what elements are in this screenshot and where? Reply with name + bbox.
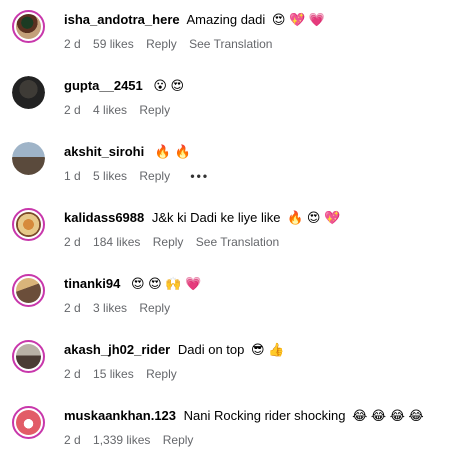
likes-count[interactable]: 59 likes: [93, 37, 134, 51]
comment-body: kalidass6988 J&k ki Dadi ke liye like 🔥 …: [64, 209, 340, 227]
username-link[interactable]: tinanki94: [64, 276, 120, 291]
see-translation-button[interactable]: See Translation: [189, 37, 272, 51]
avatar[interactable]: [12, 406, 45, 439]
emoji-group: 🔥 🔥: [154, 144, 191, 159]
avatar[interactable]: [12, 208, 45, 241]
reply-button[interactable]: Reply: [153, 235, 184, 249]
likes-count[interactable]: 4 likes: [93, 103, 127, 117]
username-link[interactable]: muskaankhan.123: [64, 408, 176, 423]
comment-item: tinanki94 😍 😍 🙌 💗 2 d 3 likes Reply: [0, 274, 451, 334]
timestamp: 1 d: [64, 169, 81, 183]
emoji-group: 😍 😍 🙌 💗: [130, 276, 202, 291]
comment-body: akash_jh02_rider Dadi on top 😎 👍: [64, 341, 284, 359]
likes-count[interactable]: 5 likes: [93, 169, 127, 183]
emoji-group: 😂 😂 😂 😂: [352, 408, 424, 423]
timestamp: 2 d: [64, 37, 81, 51]
likes-count[interactable]: 15 likes: [93, 367, 134, 381]
timestamp: 2 d: [64, 103, 81, 117]
reply-button[interactable]: Reply: [163, 433, 194, 447]
timestamp: 2 d: [64, 367, 81, 381]
comment-item: muskaankhan.123 Nani Rocking rider shock…: [0, 406, 451, 466]
comment-meta: 2 d 4 likes Reply: [64, 102, 179, 118]
avatar-image: [16, 212, 41, 237]
avatar-image: [12, 76, 45, 109]
comment-item: akshit_sirohi 🔥 🔥 1 d 5 likes Reply •••: [0, 142, 451, 202]
comment-body: tinanki94 😍 😍 🙌 💗: [64, 275, 201, 293]
comment-item: kalidass6988 J&k ki Dadi ke liye like 🔥 …: [0, 208, 451, 268]
comment-text: Dadi on top: [177, 342, 245, 357]
comment-body: akshit_sirohi 🔥 🔥: [64, 143, 191, 161]
timestamp: 2 d: [64, 235, 81, 249]
avatar-image: [16, 278, 41, 303]
reply-button[interactable]: Reply: [139, 169, 170, 183]
timestamp: 2 d: [64, 301, 81, 315]
reply-button[interactable]: Reply: [146, 37, 177, 51]
avatar-image: [16, 410, 41, 435]
reply-button[interactable]: Reply: [139, 301, 170, 315]
comment-meta: 2 d 184 likes Reply See Translation: [64, 234, 288, 250]
reply-button[interactable]: Reply: [146, 367, 177, 381]
avatar-image: [16, 14, 41, 39]
likes-count[interactable]: 3 likes: [93, 301, 127, 315]
username-link[interactable]: isha_andotra_here: [64, 12, 180, 27]
emoji-group: 🔥 😍 💖: [287, 210, 341, 225]
comment-meta: 2 d 3 likes Reply: [64, 300, 179, 316]
username-link[interactable]: kalidass6988: [64, 210, 144, 225]
reply-button[interactable]: Reply: [139, 103, 170, 117]
avatar[interactable]: [12, 10, 45, 43]
comment-text: Nani Rocking rider shocking: [183, 408, 346, 423]
comment-text: Amazing dadi: [186, 12, 266, 27]
comment-meta: 1 d 5 likes Reply •••: [64, 168, 218, 184]
avatar[interactable]: [12, 76, 45, 109]
avatar-image: [12, 142, 45, 175]
comment-body: muskaankhan.123 Nani Rocking rider shock…: [64, 407, 424, 425]
comment-item: isha_andotra_here Amazing dadi 😍 💖 💗 2 d…: [0, 10, 451, 70]
comment-meta: 2 d 59 likes Reply See Translation: [64, 36, 281, 52]
timestamp: 2 d: [64, 433, 81, 447]
likes-count[interactable]: 1,339 likes: [93, 433, 150, 447]
username-link[interactable]: akshit_sirohi: [64, 144, 144, 159]
emoji-group: 😍 💖 💗: [271, 12, 326, 27]
comment-body: gupta__2451 😮 😍: [64, 77, 184, 95]
see-translation-button[interactable]: See Translation: [196, 235, 279, 249]
username-link[interactable]: gupta__2451: [64, 78, 143, 93]
comment-meta: 2 d 1,339 likes Reply: [64, 432, 202, 448]
likes-count[interactable]: 184 likes: [93, 235, 140, 249]
emoji-group: 😮 😍: [153, 78, 185, 93]
avatar-image: [16, 344, 41, 369]
comment-body: isha_andotra_here Amazing dadi 😍 💖 💗: [64, 11, 325, 29]
comment-item: akash_jh02_rider Dadi on top 😎 👍 2 d 15 …: [0, 340, 451, 400]
comment-meta: 2 d 15 likes Reply: [64, 366, 186, 382]
more-options-icon[interactable]: •••: [190, 169, 209, 183]
comment-item: gupta__2451 😮 😍 2 d 4 likes Reply: [0, 76, 451, 136]
emoji-group: 😎 👍: [250, 342, 285, 357]
avatar[interactable]: [12, 340, 45, 373]
avatar[interactable]: [12, 274, 45, 307]
avatar[interactable]: [12, 142, 45, 175]
comment-text: J&k ki Dadi ke liye like: [151, 210, 281, 225]
username-link[interactable]: akash_jh02_rider: [64, 342, 170, 357]
